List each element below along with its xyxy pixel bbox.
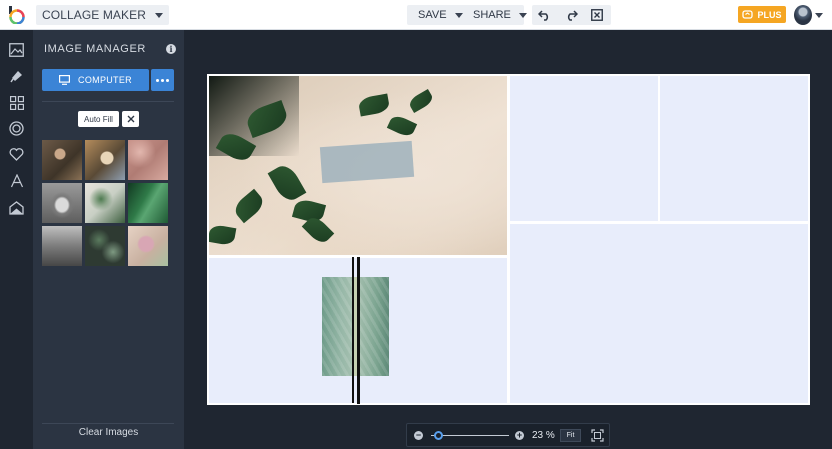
app-logo-icon[interactable] bbox=[8, 6, 25, 24]
divider bbox=[42, 423, 174, 424]
brush-tool[interactable] bbox=[8, 67, 25, 84]
zoom-bar: − + 23 % Fit bbox=[406, 423, 610, 447]
plus-label: PLUS bbox=[757, 9, 782, 20]
collage-cell-empty[interactable] bbox=[510, 224, 808, 403]
image-thumbnail[interactable] bbox=[42, 183, 82, 223]
save-button[interactable]: SAVE bbox=[418, 5, 463, 25]
chevron-down-icon bbox=[454, 12, 463, 18]
top-bar: COLLAGE MAKER SAVE SHARE PLUS bbox=[0, 0, 832, 30]
zoom-in-button[interactable]: + bbox=[515, 431, 524, 440]
photo-leaf bbox=[231, 188, 267, 224]
shape-tool[interactable] bbox=[8, 120, 25, 137]
clear-autofill-button[interactable] bbox=[122, 111, 139, 127]
app-title: COLLAGE MAKER bbox=[42, 8, 146, 22]
more-dot bbox=[161, 78, 164, 82]
fullscreen-icon[interactable] bbox=[591, 429, 604, 442]
computer-upload-button[interactable]: COMPUTER bbox=[42, 69, 149, 91]
overlay-icon bbox=[9, 200, 24, 215]
app-title-dropdown[interactable]: COLLAGE MAKER bbox=[36, 5, 169, 25]
text-icon bbox=[10, 173, 23, 187]
autofill-button[interactable]: Auto Fill bbox=[78, 111, 119, 127]
image-thumbnail[interactable] bbox=[85, 226, 125, 266]
divider bbox=[42, 101, 174, 102]
drop-indicator-line bbox=[357, 257, 360, 404]
layout-tool[interactable] bbox=[8, 94, 25, 111]
overlay-tool[interactable] bbox=[8, 199, 25, 216]
shape-icon bbox=[9, 121, 24, 136]
image-manager-panel: IMAGE MANAGER i COMPUTER Auto Fill Clear… bbox=[33, 30, 184, 449]
image-thumbnail-grid bbox=[42, 140, 169, 266]
more-dot bbox=[156, 78, 159, 82]
undo-button[interactable] bbox=[533, 5, 557, 25]
collage-cell-photo[interactable] bbox=[209, 76, 507, 255]
fit-button[interactable]: Fit bbox=[560, 429, 581, 442]
image-thumbnail[interactable] bbox=[128, 226, 168, 266]
history-group bbox=[532, 5, 611, 25]
chevron-down-icon bbox=[518, 12, 527, 18]
panel-title: IMAGE MANAGER bbox=[44, 43, 146, 55]
heart-icon bbox=[9, 148, 24, 161]
photo-paper-tag bbox=[319, 140, 415, 184]
chevron-down-icon bbox=[155, 12, 163, 18]
share-label: SHARE bbox=[473, 9, 511, 21]
image-thumbnail[interactable] bbox=[42, 226, 82, 266]
photo-leaf bbox=[407, 88, 435, 114]
monitor-icon bbox=[59, 75, 71, 85]
share-button[interactable]: SHARE bbox=[473, 5, 527, 25]
chevron-down-icon[interactable] bbox=[815, 13, 823, 18]
close-button[interactable] bbox=[585, 5, 609, 25]
drop-indicator-line bbox=[352, 257, 354, 403]
avatar[interactable] bbox=[794, 5, 812, 25]
collage-canvas bbox=[207, 74, 810, 405]
close-icon bbox=[127, 115, 134, 123]
photo-leaf bbox=[267, 161, 307, 205]
undo-icon bbox=[538, 10, 549, 21]
collage-cell-empty[interactable] bbox=[660, 76, 808, 221]
image-thumbnail[interactable] bbox=[85, 183, 125, 223]
image-thumbnail[interactable] bbox=[42, 140, 82, 180]
close-icon bbox=[591, 9, 603, 21]
sticker-tool[interactable] bbox=[8, 146, 25, 163]
layout-icon bbox=[9, 95, 24, 110]
image-thumbnail[interactable] bbox=[128, 183, 168, 223]
photo-leaf bbox=[386, 113, 418, 139]
computer-label: COMPUTER bbox=[78, 75, 132, 85]
more-sources-button[interactable] bbox=[151, 69, 174, 91]
info-icon[interactable]: i bbox=[166, 44, 176, 54]
redo-button[interactable] bbox=[559, 5, 583, 25]
dragged-image[interactable] bbox=[322, 277, 389, 376]
photo-leaf bbox=[209, 223, 237, 247]
image-icon bbox=[9, 42, 24, 57]
zoom-level: 23 % bbox=[532, 430, 555, 441]
save-share-group: SAVE SHARE bbox=[407, 5, 527, 25]
image-tool[interactable] bbox=[8, 41, 25, 58]
zoom-slider-handle[interactable] bbox=[434, 431, 444, 440]
image-thumbnail[interactable] bbox=[128, 140, 168, 180]
collage-cell-empty[interactable] bbox=[510, 76, 658, 221]
photo-leaf bbox=[357, 93, 391, 117]
zoom-out-button[interactable]: − bbox=[414, 431, 423, 440]
plus-upgrade-button[interactable]: PLUS bbox=[738, 6, 786, 23]
image-thumbnail[interactable] bbox=[85, 140, 125, 180]
tool-rail bbox=[0, 30, 33, 449]
save-label: SAVE bbox=[418, 9, 447, 21]
text-tool[interactable] bbox=[8, 172, 25, 189]
clear-images-button[interactable]: Clear Images bbox=[33, 427, 184, 438]
brush-icon bbox=[9, 70, 22, 82]
more-dot bbox=[166, 78, 169, 82]
redo-icon bbox=[567, 10, 578, 21]
crown-icon bbox=[742, 10, 754, 19]
